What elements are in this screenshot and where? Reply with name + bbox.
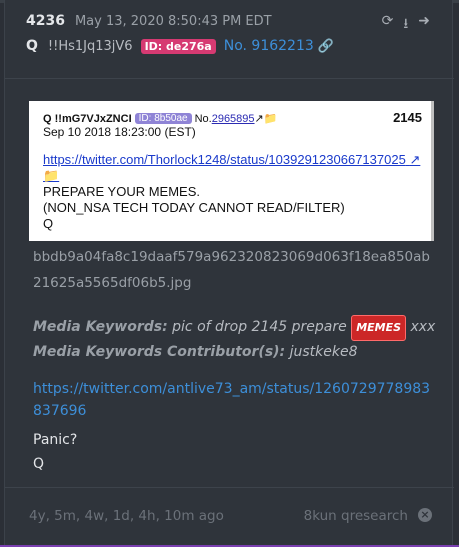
contributors-line: Media Keywords Contributor(s): justkeke8 xyxy=(33,341,435,363)
image-url: https://twitter.com/Thorlock1248/status/… xyxy=(43,152,423,184)
go-to-icon[interactable]: ➜ xyxy=(418,13,430,37)
close-icon[interactable]: × xyxy=(418,508,432,522)
id-badge[interactable]: ID: de276a xyxy=(140,38,216,54)
post-image[interactable]: Q !!mG7VJxZNCI ID: 8b50ae No. 2965895 ↗ … xyxy=(29,101,434,241)
post-card: 4236 May 13, 2020 8:50:43 PM EDT Q !!Hs1… xyxy=(4,0,454,546)
image-url-folder-icon: 📁 xyxy=(43,168,60,183)
keywords-line: Media Keywords: pic of drop 2145 prepare… xyxy=(33,315,435,341)
image-line-1: PREPARE YOUR MEMES. xyxy=(43,184,200,199)
post-actions: ⟳ ⭳ ➜ xyxy=(382,13,430,37)
image-url-external-icon: ↗ xyxy=(409,152,421,167)
post-author-row: Q !!Hs1Jq13jV6 ID: de276a No. 9162213 🔗 xyxy=(26,36,334,56)
post-date: May 13, 2020 8:50:43 PM EDT xyxy=(74,13,272,29)
image-message: PREPARE YOUR MEMES. (NON_NSA TECH TODAY … xyxy=(43,184,345,232)
image-line-2: (NON_NSA TECH TODAY CANNOT READ/FILTER) xyxy=(43,200,345,215)
post-number: 4236 xyxy=(26,13,65,29)
author-name: Q xyxy=(26,38,38,54)
image-tripcode: Q !!mG7VJxZNCI xyxy=(43,112,132,125)
image-folder-icon: 📁 xyxy=(263,113,278,125)
body-line-1: Panic? xyxy=(33,432,78,448)
keywords-suffix: xxx xyxy=(410,319,436,335)
image-scrollbar xyxy=(431,101,434,241)
tripcode: !!Hs1Jq13jV6 xyxy=(47,38,133,54)
media-keywords: Media Keywords: pic of drop 2145 prepare… xyxy=(33,315,435,363)
board-name[interactable]: 8kun qresearch xyxy=(304,508,408,524)
memes-badge: MEMES xyxy=(351,315,407,341)
image-url-text: https://twitter.com/Thorlock1248/status/… xyxy=(43,152,406,167)
download-icon[interactable]: ⭳ xyxy=(403,13,408,37)
drop-number: 2145 xyxy=(393,110,422,125)
post-header: 4236 May 13, 2020 8:50:43 PM EDT Q !!Hs1… xyxy=(5,0,454,79)
image-no-label: No. xyxy=(194,112,212,125)
post-no-link[interactable]: No. 9162213 xyxy=(224,38,314,54)
time-ago: 4y, 5m, 4w, 1d, 4h, 10m ago xyxy=(29,508,224,524)
image-external-icon: ↗ xyxy=(254,113,264,125)
contributors-label: Media Keywords Contributor(s): xyxy=(33,344,286,360)
keywords-prefix: pic of drop 2145 prepare xyxy=(172,319,347,335)
link-icon[interactable]: 🔗 xyxy=(318,39,334,54)
post-body: Panic? Q xyxy=(33,428,77,476)
share-icon[interactable]: ⟳ xyxy=(382,13,394,37)
image-filename[interactable]: bbdb9a04fa8c19daaf579a962320823069d063f1… xyxy=(33,244,433,296)
body-line-2: Q xyxy=(33,456,45,472)
image-no-value: 2965895 xyxy=(211,112,255,125)
image-header: Q !!mG7VJxZNCI ID: 8b50ae No. 2965895 ↗ … xyxy=(43,112,278,126)
post-meta-row: 4236 May 13, 2020 8:50:43 PM EDT xyxy=(26,11,272,31)
keywords-label: Media Keywords: xyxy=(33,319,168,335)
post-footer: 4y, 5m, 4w, 1d, 4h, 10m ago 8kun qresear… xyxy=(5,487,454,546)
image-line-3: Q xyxy=(43,216,54,231)
contributors-value: justkeke8 xyxy=(289,344,358,360)
image-timestamp: Sep 10 2018 18:23:00 (EST) xyxy=(43,125,196,139)
image-id-badge: ID: 8b50ae xyxy=(134,113,192,124)
tweet-link[interactable]: https://twitter.com/antlive73_am/status/… xyxy=(33,378,433,422)
